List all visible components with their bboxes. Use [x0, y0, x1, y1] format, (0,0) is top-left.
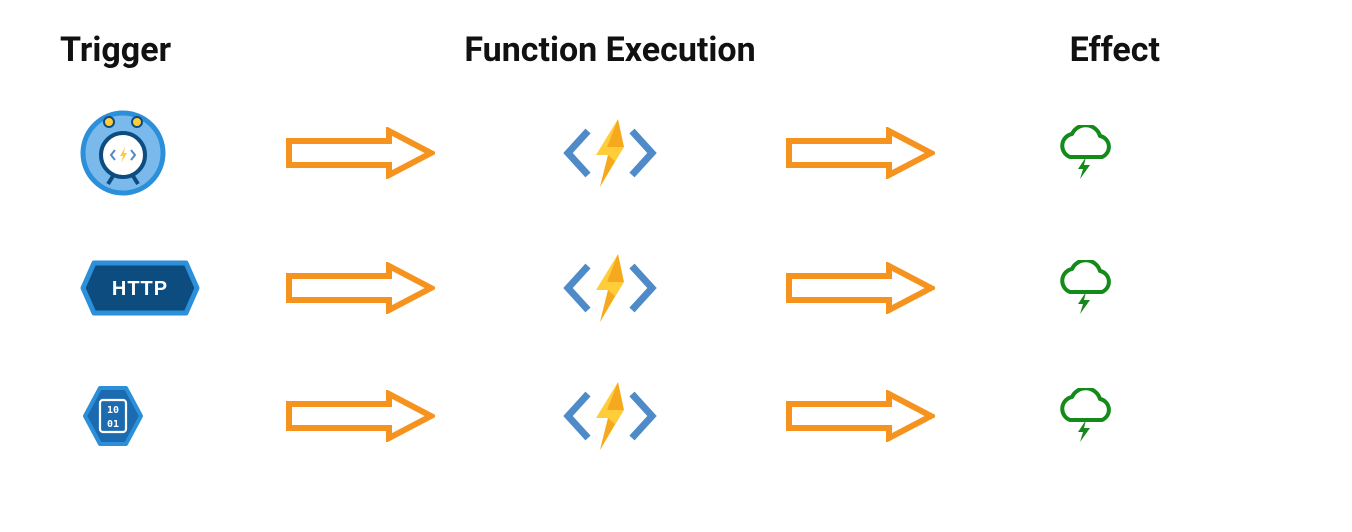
- trigger-binary: 10 01: [60, 383, 260, 449]
- effect-3: [960, 388, 1160, 444]
- effect-1: [960, 125, 1160, 181]
- arrow-icon: [785, 390, 935, 442]
- cloud-lightning-icon: [1050, 388, 1120, 444]
- trigger-timer: [60, 110, 260, 196]
- arrow-icon: [785, 127, 935, 179]
- arrow-icon: [285, 262, 435, 314]
- function-icon: [560, 252, 660, 324]
- row-binary: 10 01: [60, 380, 1292, 452]
- rows: HTTP: [60, 110, 1292, 452]
- arrow-1b: [760, 127, 960, 179]
- http-label: HTTP: [112, 278, 168, 300]
- diagram-container: Trigger Function Execution Effect: [0, 0, 1352, 532]
- arrow-icon: [285, 127, 435, 179]
- function-2: [460, 252, 760, 324]
- timer-icon: [80, 110, 166, 196]
- function-icon: [560, 380, 660, 452]
- function-3: [460, 380, 760, 452]
- arrow-3b: [760, 390, 960, 442]
- binary-text-top: 10: [107, 405, 119, 416]
- arrow-2a: [260, 262, 460, 314]
- binary-icon: 10 01: [80, 383, 146, 449]
- cloud-lightning-icon: [1050, 125, 1120, 181]
- header-function: Function Execution: [460, 30, 760, 70]
- function-icon: [560, 117, 660, 189]
- header-trigger: Trigger: [60, 30, 260, 70]
- header-row: Trigger Function Execution Effect: [60, 30, 1292, 70]
- arrow-1a: [260, 127, 460, 179]
- arrow-3a: [260, 390, 460, 442]
- trigger-http: HTTP: [60, 260, 260, 316]
- row-timer: [60, 110, 1292, 196]
- http-icon: HTTP: [80, 260, 200, 316]
- binary-text-bottom: 01: [107, 419, 119, 430]
- row-http: HTTP: [60, 252, 1292, 324]
- arrow-2b: [760, 262, 960, 314]
- arrow-icon: [785, 262, 935, 314]
- effect-2: [960, 260, 1160, 316]
- cloud-lightning-icon: [1050, 260, 1120, 316]
- function-1: [460, 117, 760, 189]
- arrow-icon: [285, 390, 435, 442]
- header-effect: Effect: [960, 30, 1160, 70]
